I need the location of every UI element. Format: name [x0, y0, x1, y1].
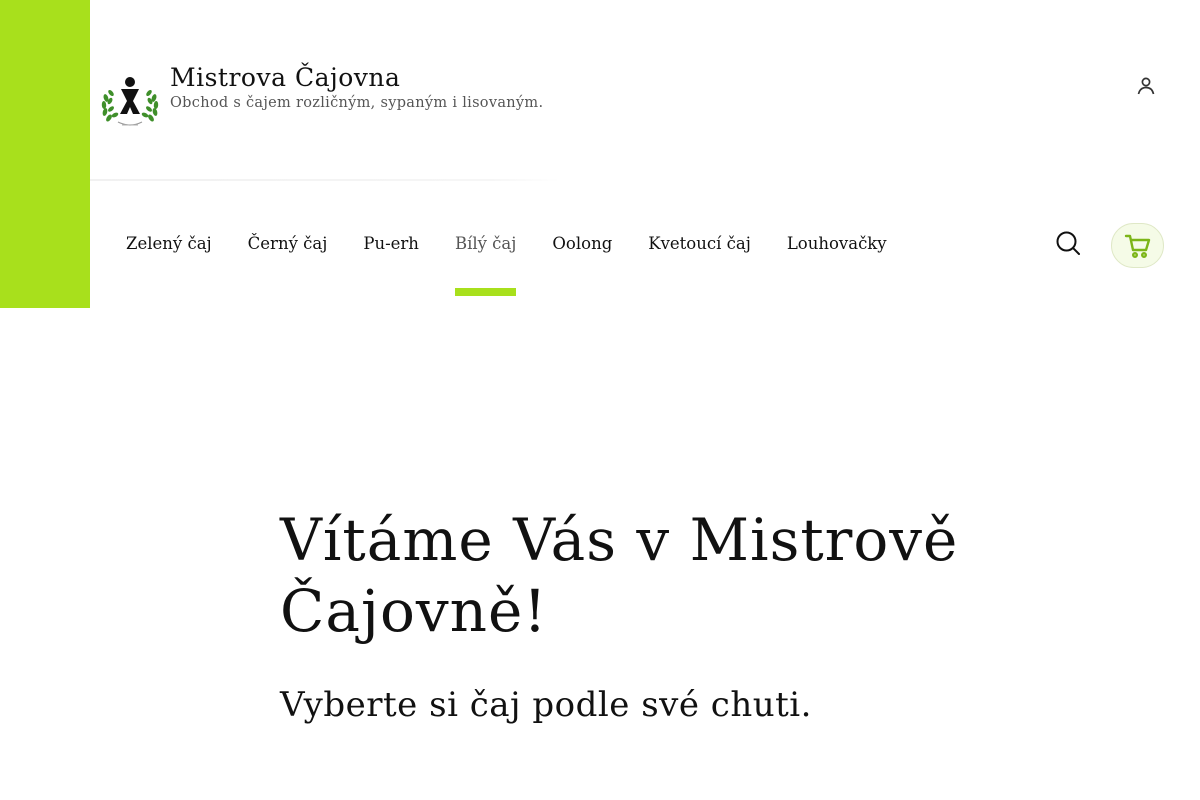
nav-item-kvetouci-caj[interactable]: Kvetoucí čaj	[648, 234, 751, 253]
user-icon	[1137, 77, 1155, 95]
main-navigation: Zelený čaj Černý čaj Pu-erh Bílý čaj Ool…	[126, 234, 923, 296]
nav-item-pu-erh[interactable]: Pu-erh	[363, 234, 419, 253]
cart-icon	[1124, 234, 1150, 258]
hero-subtitle: Vyberte si čaj podle své chuti.	[280, 685, 812, 725]
nav-item-bily-caj[interactable]: Bílý čaj	[454, 234, 517, 296]
nav-item-zeleny-caj[interactable]: Zelený čaj	[126, 234, 212, 253]
search-icon	[1056, 231, 1080, 255]
account-button[interactable]	[1134, 74, 1158, 98]
search-button[interactable]	[1054, 229, 1082, 257]
laurel-logo-icon[interactable]	[100, 68, 160, 128]
site-tagline: Obchod s čajem rozličným, sypaným i liso…	[170, 95, 544, 111]
header-divider	[90, 179, 560, 181]
hero-title: Vítáme Vás v Mistrově Čajovně!	[280, 506, 959, 645]
accent-bar	[0, 0, 90, 308]
nav-item-oolong[interactable]: Oolong	[552, 234, 612, 253]
hero-section: Vítáme Vás v Mistrově Čajovně! Vyberte s…	[280, 505, 1180, 725]
nav-item-louhovacky[interactable]: Louhovačky	[787, 234, 887, 253]
site-branding: Mistrova Čajovna Obchod s čajem rozličný…	[100, 62, 543, 128]
nav-item-cerny-caj[interactable]: Černý čaj	[248, 234, 328, 253]
site-title[interactable]: Mistrova Čajovna	[170, 62, 543, 94]
cart-button[interactable]	[1111, 223, 1164, 268]
